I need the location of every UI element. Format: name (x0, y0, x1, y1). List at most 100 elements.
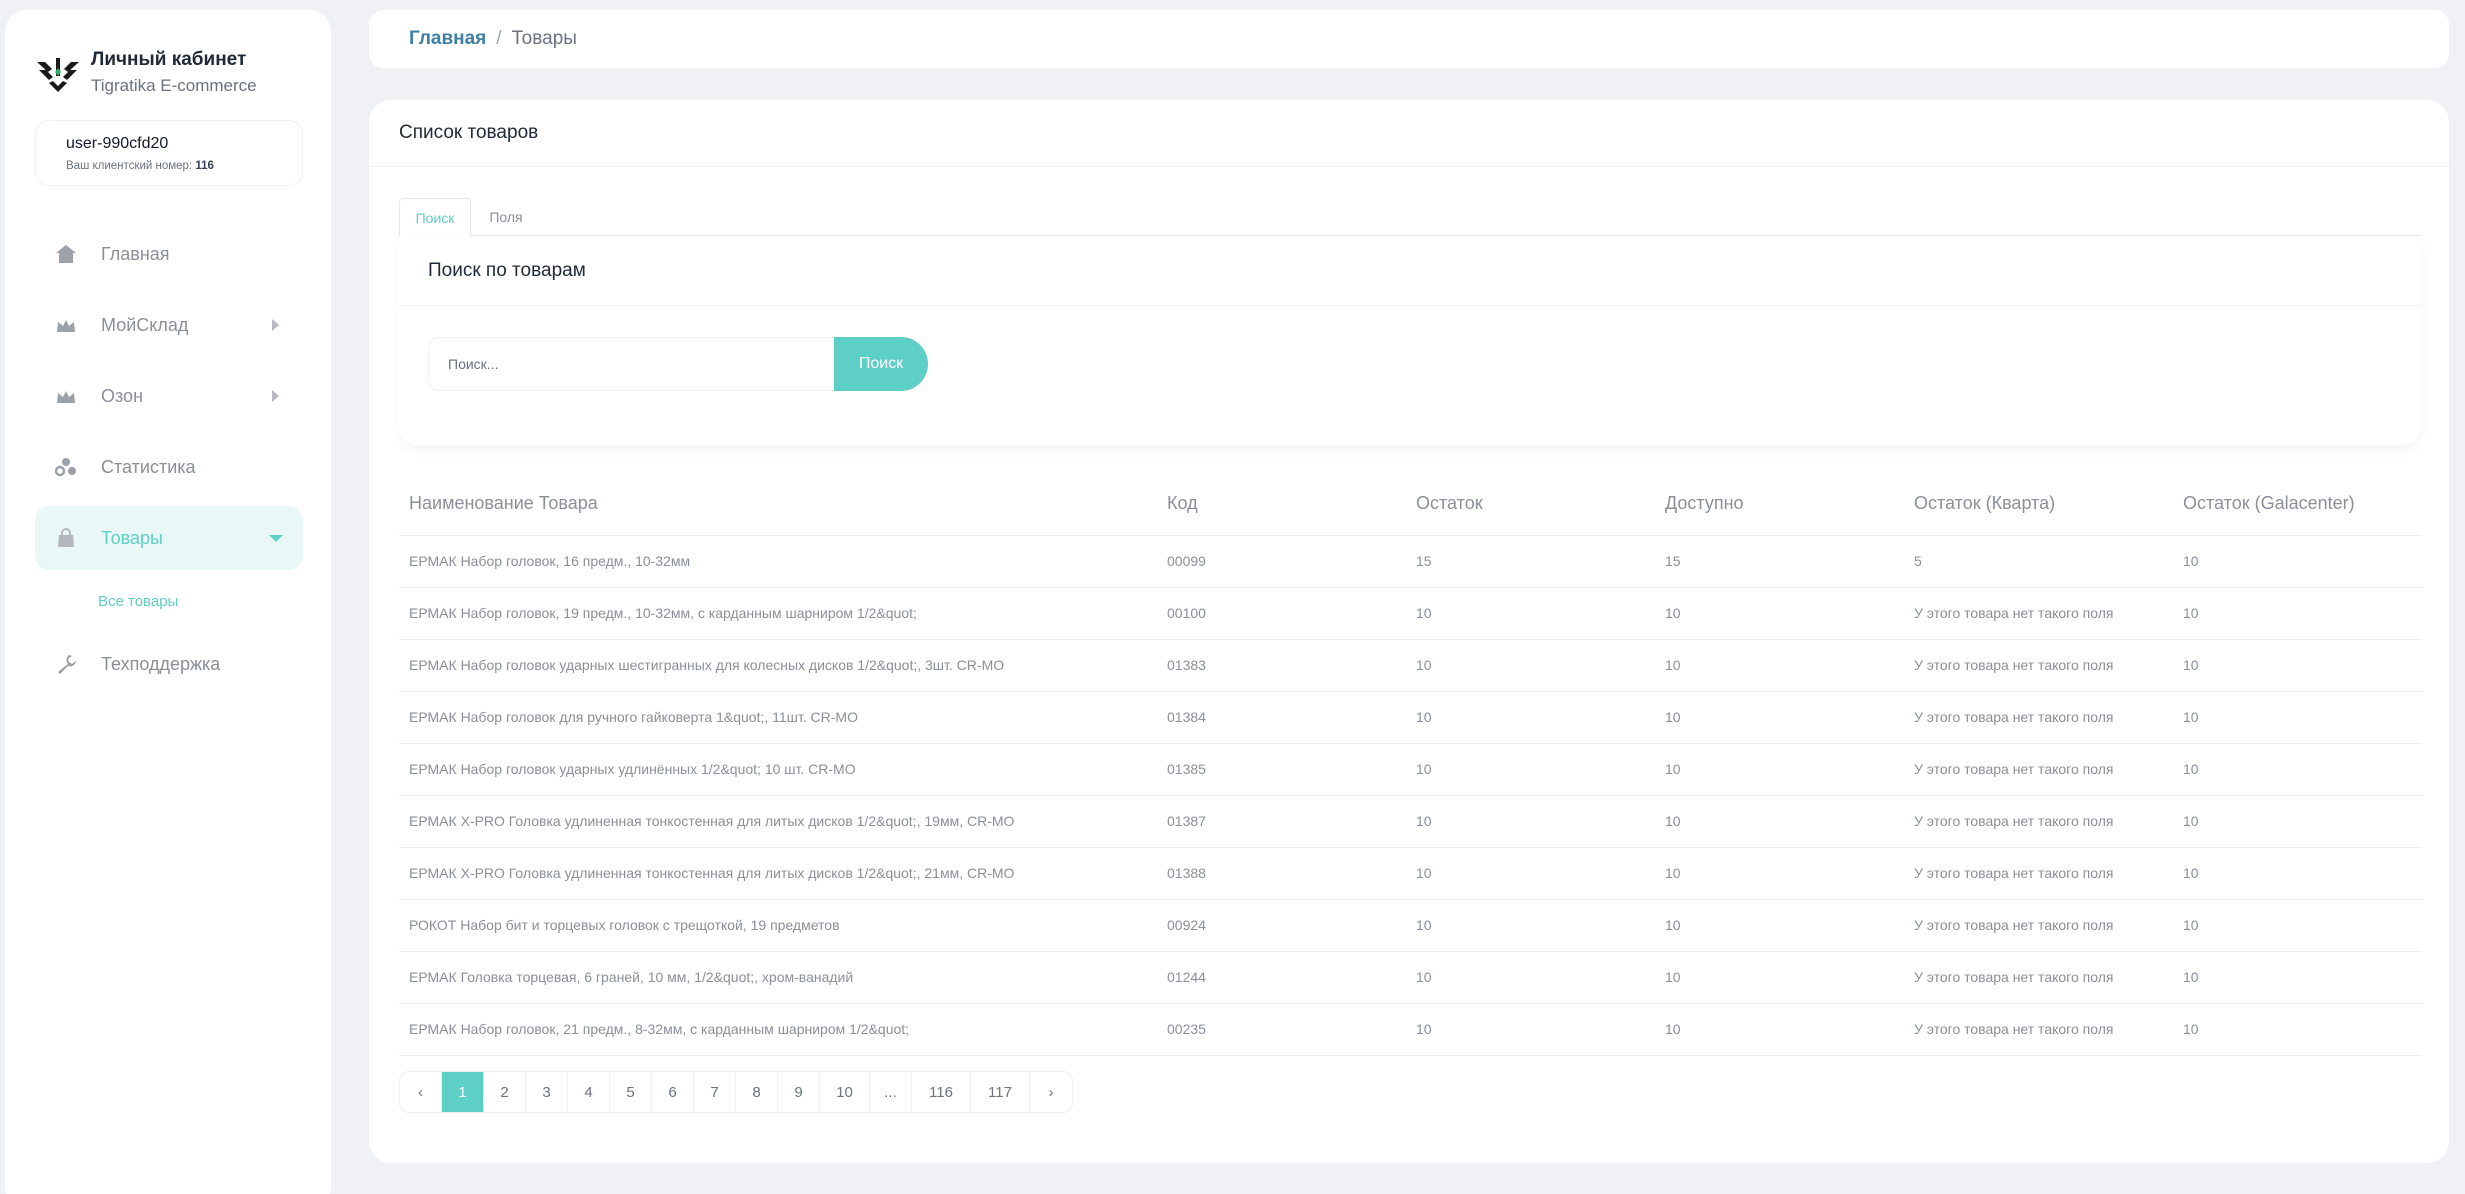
products-table: Наименование Товара Код Остаток Доступно… (399, 473, 2421, 1056)
sidebar-item-statistics[interactable]: Статистика (35, 435, 303, 499)
cell-name: ЕРМАК Набор головок ударных шестигранных… (399, 639, 1157, 692)
sidebar-item-label: Главная (101, 243, 170, 264)
user-card[interactable]: user-990cfd20 Ваш клиентский номер: 116 (35, 120, 303, 186)
cell-available: 10 (1655, 743, 1904, 796)
pagination-next-button[interactable]: › (1030, 1072, 1072, 1112)
sidebar-item-label: Техподдержка (101, 653, 221, 674)
pagination-page-1[interactable]: 1 (442, 1072, 484, 1112)
cell-name: РОКОТ Набор бит и торцевых головок с тре… (399, 899, 1157, 952)
client-number-value: 116 (195, 160, 214, 172)
column-header-stock-kvarta[interactable]: Остаток (Кварта) (1904, 473, 2173, 536)
search-input[interactable] (428, 337, 834, 391)
column-header-stock-galacenter[interactable]: Остаток (Galacenter) (2173, 473, 2421, 536)
cell-name: ЕРМАК X-PRO Головка удлиненная тонкостен… (399, 795, 1157, 848)
user-name: user-990cfd20 (66, 135, 169, 152)
cell-stock-galacenter: 10 (2173, 795, 2421, 848)
cell-stock-galacenter: 10 (2173, 639, 2421, 692)
crown-icon (55, 314, 77, 336)
breadcrumb: Главная / Товары (369, 10, 2449, 68)
cell-available: 10 (1655, 639, 1904, 692)
pagination-page-6[interactable]: 6 (652, 1072, 694, 1112)
sidebar-item-label: Статистика (101, 456, 196, 477)
cell-stock: 10 (1406, 587, 1655, 640)
column-header-name[interactable]: Наименование Товара (399, 473, 1157, 536)
table-row[interactable]: ЕРМАК X-PRO Головка удлиненная тонкостен… (399, 795, 2421, 848)
page-title: Список товаров (369, 100, 2449, 167)
tab-fields[interactable]: Поля (471, 198, 541, 236)
wrench-icon (55, 653, 77, 675)
cell-name: ЕРМАК Набор головок, 16 предм., 10-32мм (399, 535, 1157, 588)
cell-available: 10 (1655, 951, 1904, 1004)
sidebar-item-support[interactable]: Техподдержка (35, 632, 303, 696)
pagination-page-4[interactable]: 4 (568, 1072, 610, 1112)
cell-stock-kvarta: У этого товара нет такого поля (1904, 795, 2173, 848)
bag-icon (55, 527, 77, 549)
search-panel: Поиск по товарам Поиск (399, 237, 2421, 445)
cell-available: 10 (1655, 1003, 1904, 1056)
cell-stock-kvarta: У этого товара нет такого поля (1904, 1003, 2173, 1056)
cell-available: 10 (1655, 587, 1904, 640)
breadcrumb-home-link[interactable]: Главная (409, 28, 486, 50)
cell-available: 10 (1655, 899, 1904, 952)
products-card: Список товаров Поиск Поля Поиск по товар… (369, 100, 2449, 1163)
cell-available: 10 (1655, 847, 1904, 900)
table-row[interactable]: ЕРМАК Набор головок, 21 предм., 8-32мм, … (399, 1003, 2421, 1056)
cell-stock-galacenter: 10 (2173, 535, 2421, 588)
pagination-page-2[interactable]: 2 (484, 1072, 526, 1112)
cell-code: 00100 (1157, 587, 1406, 640)
table-row[interactable]: ЕРМАК Набор головок, 19 предм., 10-32мм,… (399, 587, 2421, 640)
table-row[interactable]: ЕРМАК Набор головок для ручного гайковер… (399, 691, 2421, 744)
cell-code: 01383 (1157, 639, 1406, 692)
pagination-page-10[interactable]: 10 (820, 1072, 870, 1112)
pagination-page-9[interactable]: 9 (778, 1072, 820, 1112)
table-header-row: Наименование Товара Код Остаток Доступно… (399, 473, 2421, 536)
sidebar-item-home[interactable]: Главная (35, 222, 303, 286)
cell-stock-galacenter: 10 (2173, 691, 2421, 744)
stats-icon (55, 456, 77, 478)
table-row[interactable]: ЕРМАК Набор головок, 16 предм., 10-32мм … (399, 535, 2421, 588)
sidebar-item-moysklad[interactable]: МойСклад (35, 293, 303, 357)
search-panel-title: Поиск по товарам (399, 237, 2421, 306)
cell-code: 00235 (1157, 1003, 1406, 1056)
chevron-right-icon (272, 319, 279, 331)
column-header-available[interactable]: Доступно (1655, 473, 1904, 536)
pagination-prev-button[interactable]: ‹ (400, 1072, 442, 1112)
cell-stock-kvarta: У этого товара нет такого поля (1904, 847, 2173, 900)
brand-subtitle: Tigratika E-commerce (91, 76, 257, 95)
pagination-page-117[interactable]: 117 (971, 1072, 1030, 1112)
search-button[interactable]: Поиск (834, 337, 928, 391)
cell-stock-kvarta: У этого товара нет такого поля (1904, 951, 2173, 1004)
pagination-page-7[interactable]: 7 (694, 1072, 736, 1112)
tab-search[interactable]: Поиск (399, 198, 471, 237)
pagination-page-8[interactable]: 8 (736, 1072, 778, 1112)
cell-stock-galacenter: 10 (2173, 899, 2421, 952)
cell-stock-kvarta: У этого товара нет такого поля (1904, 743, 2173, 796)
pagination-page-3[interactable]: 3 (526, 1072, 568, 1112)
search-row: Поиск (428, 337, 928, 391)
column-header-stock[interactable]: Остаток (1406, 473, 1655, 536)
client-number-label: Ваш клиентский номер: (66, 160, 193, 172)
cell-available: 10 (1655, 691, 1904, 744)
cell-stock: 10 (1406, 795, 1655, 848)
table-row[interactable]: ЕРМАК X-PRO Головка удлиненная тонкостен… (399, 847, 2421, 900)
sidebar-item-ozon[interactable]: Озон (35, 364, 303, 428)
table-row[interactable]: РОКОТ Набор бит и торцевых головок с тре… (399, 899, 2421, 952)
cell-code: 01388 (1157, 847, 1406, 900)
pagination-ellipsis: ... (870, 1072, 912, 1112)
brand[interactable]: Личный кабинет Tigratika E-commerce (35, 48, 257, 98)
breadcrumb-current: Товары (511, 28, 577, 49)
cell-name: ЕРМАК X-PRO Головка удлиненная тонкостен… (399, 847, 1157, 900)
sidebar-item-label: Озон (101, 385, 144, 406)
table-row[interactable]: ЕРМАК Набор головок ударных удлинённых 1… (399, 743, 2421, 796)
pagination-page-116[interactable]: 116 (912, 1072, 971, 1112)
chevron-right-icon (272, 390, 279, 402)
sidebar-item-products[interactable]: Товары (35, 506, 303, 570)
sidebar-subitem-all-products[interactable]: Все товары (35, 577, 303, 625)
table-row[interactable]: ЕРМАК Набор головок ударных шестигранных… (399, 639, 2421, 692)
column-header-code[interactable]: Код (1157, 473, 1406, 536)
table-row[interactable]: ЕРМАК Головка торцевая, 6 граней, 10 мм,… (399, 951, 2421, 1004)
cell-stock: 10 (1406, 743, 1655, 796)
cell-stock-galacenter: 10 (2173, 951, 2421, 1004)
cell-stock-kvarta: У этого товара нет такого поля (1904, 587, 2173, 640)
pagination-page-5[interactable]: 5 (610, 1072, 652, 1112)
